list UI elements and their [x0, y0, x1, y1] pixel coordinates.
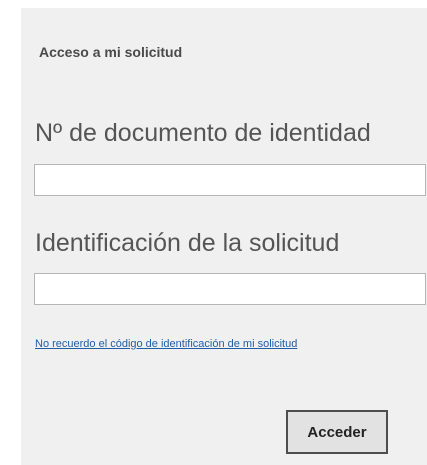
forgot-code-link[interactable]: No recuerdo el código de identificación … [35, 333, 390, 355]
panel-title: Acceso a mi solicitud [39, 44, 183, 60]
document-id-input[interactable] [34, 164, 426, 196]
request-id-label: Identificación de la solicitud [35, 229, 340, 257]
acceder-button[interactable]: Acceder [286, 410, 388, 454]
request-id-input[interactable] [34, 273, 426, 305]
document-id-label: Nº de documento de identidad [35, 119, 371, 147]
